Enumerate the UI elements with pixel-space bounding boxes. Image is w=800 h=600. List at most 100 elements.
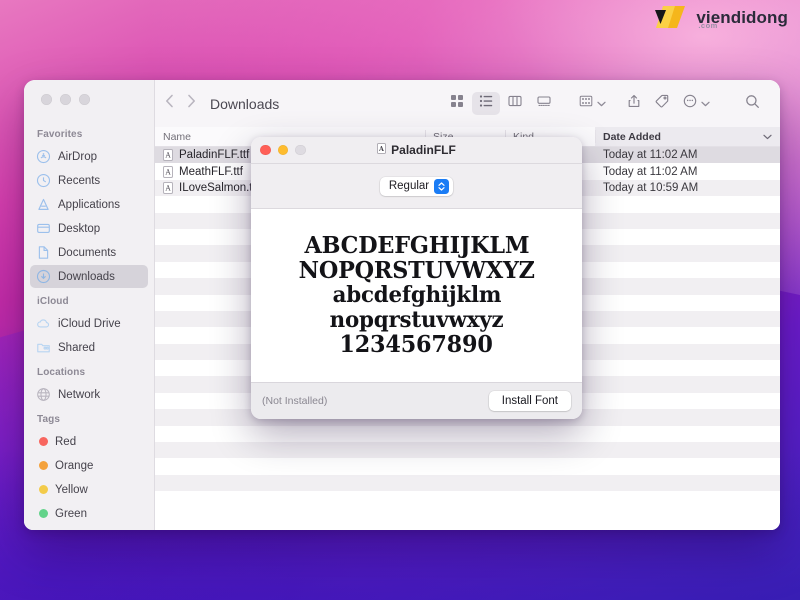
sidebar-item-desktop[interactable]: Desktop <box>30 217 148 240</box>
sidebar-item-tag-blue[interactable]: Blue <box>30 526 148 530</box>
tag-dot-icon <box>39 485 48 494</box>
sidebar-item-tag-yellow[interactable]: Yellow <box>30 478 148 501</box>
watermark-tld: .com <box>698 20 718 30</box>
sidebar-item-applications[interactable]: Applications <box>30 193 148 216</box>
chevron-down-icon[interactable] <box>763 131 772 143</box>
more-actions-button[interactable] <box>676 92 704 115</box>
stepper-updown-icon[interactable] <box>434 178 450 194</box>
font-style-toolbar: Regular <box>251 164 582 209</box>
sidebar-item-tag-red[interactable]: Red <box>30 430 148 453</box>
group-by-icon <box>579 94 593 113</box>
airdrop-icon <box>36 149 51 164</box>
column-header-label: Date Added <box>603 130 661 143</box>
finder-path-title: Downloads <box>210 95 280 112</box>
sidebar-item-tag-orange[interactable]: Orange <box>30 454 148 477</box>
document-icon <box>36 245 51 260</box>
sidebar-item-documents[interactable]: Documents <box>30 241 148 264</box>
font-style-stepper[interactable]: Regular <box>379 176 454 196</box>
file-date-cell: Today at 11:02 AM <box>603 165 698 178</box>
list-view-button[interactable] <box>472 92 500 115</box>
chevron-down-icon[interactable] <box>597 99 606 109</box>
specimen-line-numerals: 1234567890 <box>339 330 494 358</box>
group-by-button[interactable] <box>572 92 600 115</box>
font-file-icon: A <box>377 143 387 157</box>
more-actions-icon <box>683 94 697 113</box>
sidebar-item-network[interactable]: Network <box>30 383 148 406</box>
font-preview-traffic-lights[interactable] <box>260 144 306 156</box>
search-icon <box>745 94 760 114</box>
svg-text:A: A <box>164 185 171 193</box>
back-button-icon[interactable] <box>165 94 174 113</box>
column-header-label: Name <box>163 130 192 143</box>
icon-view-button[interactable] <box>443 92 471 115</box>
font-preview-minimize-button[interactable] <box>277 144 288 156</box>
sidebar-scroll[interactable]: Favorites AirDrop Recents Applications D… <box>24 117 154 530</box>
finder-zoom-button[interactable] <box>79 94 90 105</box>
specimen-line-uppercase-1: ABCDEFGHIJKLM <box>304 232 529 260</box>
sidebar-section-tags-title: Tags <box>37 414 60 425</box>
font-preview-window[interactable]: A PaladinFLF Regular ABCDEFGHIJKLM NOPQR… <box>251 137 582 419</box>
finder-traffic-lights[interactable] <box>24 80 154 117</box>
more-actions-control[interactable] <box>676 92 710 115</box>
empty-row <box>155 474 780 492</box>
sidebar-item-label: AirDrop <box>58 150 97 163</box>
sidebar-item-label: Yellow <box>55 483 88 496</box>
sidebar-section-icloud-title: iCloud <box>37 296 69 307</box>
empty-row <box>155 458 780 474</box>
chevron-down-icon[interactable] <box>701 99 710 109</box>
sidebar-item-airdrop[interactable]: AirDrop <box>30 145 148 168</box>
sidebar-item-label: iCloud Drive <box>58 317 121 330</box>
font-preview-close-button[interactable] <box>260 144 271 156</box>
group-by-control[interactable] <box>572 92 606 115</box>
column-header-date-added[interactable]: Date Added <box>595 127 780 146</box>
gallery-view-icon <box>537 94 551 113</box>
font-specimen-preview: ABCDEFGHIJKLM NOPQRSTUVWXYZ abcdefghijkl… <box>251 209 582 382</box>
gallery-view-button[interactable] <box>530 92 558 115</box>
list-view-icon <box>479 94 493 113</box>
desktop-wallpaper: viendidong .com Favorites AirDrop Recent… <box>0 0 800 600</box>
search-button[interactable] <box>738 92 766 115</box>
file-date-cell: Today at 10:59 AM <box>603 181 699 194</box>
navigation-arrows[interactable] <box>165 94 196 113</box>
finder-close-button[interactable] <box>41 94 52 105</box>
finder-minimize-button[interactable] <box>60 94 71 105</box>
sidebar-item-icloud-drive[interactable]: iCloud Drive <box>30 312 148 335</box>
sidebar-item-tag-green[interactable]: Green <box>30 502 148 525</box>
forward-button-icon[interactable] <box>187 94 196 113</box>
font-style-value: Regular <box>388 180 430 192</box>
sidebar-item-label: Applications <box>58 198 121 211</box>
sidebar-item-recents[interactable]: Recents <box>30 169 148 192</box>
sidebar-item-label: Desktop <box>58 222 101 235</box>
sidebar-item-downloads[interactable]: Downloads <box>30 265 148 288</box>
install-font-button[interactable]: Install Font <box>488 391 571 411</box>
sidebar-item-label: Downloads <box>58 270 115 283</box>
sidebar-item-shared[interactable]: Shared <box>30 336 148 359</box>
sidebar-section-favorites-title: Favorites <box>37 129 83 140</box>
sidebar-item-label: Documents <box>58 246 117 259</box>
empty-row <box>155 491 780 507</box>
sidebar-item-label: Red <box>55 435 77 448</box>
font-file-icon: A <box>163 181 173 194</box>
desktop-icon <box>36 221 51 236</box>
finder-toolbar: Downloads <box>155 80 780 127</box>
watermark-text: viendidong .com <box>696 9 788 29</box>
column-view-icon <box>508 94 522 113</box>
font-file-icon: A <box>163 165 173 178</box>
downloads-icon <box>36 269 51 284</box>
share-icon <box>627 94 641 113</box>
tag-dot-icon <box>39 461 48 470</box>
share-button[interactable] <box>620 92 648 115</box>
sidebar-item-label: Orange <box>55 459 94 472</box>
column-view-button[interactable] <box>501 92 529 115</box>
shared-folder-icon <box>36 340 51 355</box>
finder-sidebar: Favorites AirDrop Recents Applications D… <box>24 80 155 530</box>
view-mode-segmented-control[interactable] <box>443 92 558 115</box>
font-preview-zoom-button <box>295 144 306 156</box>
viendidong-logo-icon <box>655 4 689 30</box>
sidebar-section-locations-title: Locations <box>37 367 86 378</box>
tag-button[interactable] <box>648 92 676 115</box>
font-file-icon: A <box>163 149 173 162</box>
sidebar-item-label: Recents <box>58 174 101 187</box>
clock-icon <box>36 173 51 188</box>
font-preview-titlebar[interactable]: A PaladinFLF <box>251 137 582 164</box>
